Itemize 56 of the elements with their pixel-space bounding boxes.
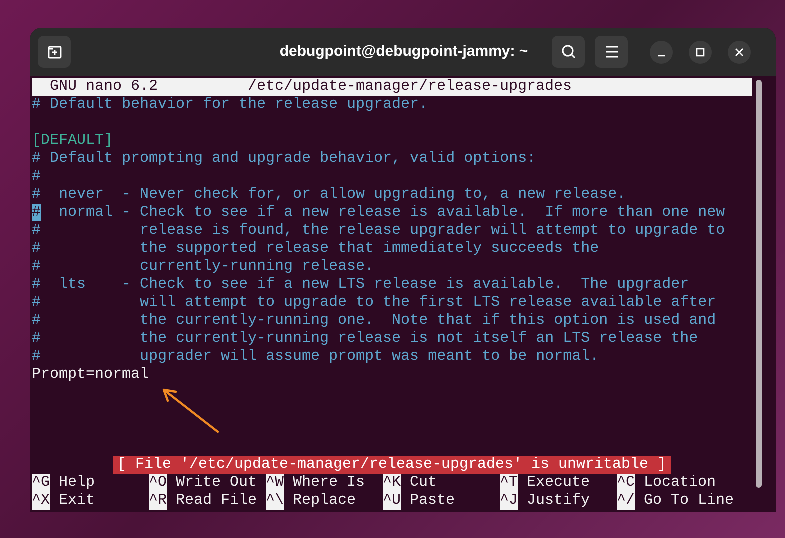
comment-line: # the currently-running one. Note that if this option is used and bbox=[32, 312, 716, 330]
close-button[interactable] bbox=[728, 40, 751, 64]
nano-version: GNU nano 6.2 bbox=[50, 78, 160, 96]
shortcut-key: ^T bbox=[500, 474, 518, 492]
shortcut-key: ^O bbox=[149, 474, 168, 492]
shortcut-key: ^/ bbox=[617, 492, 636, 510]
shortcut-label: Execute bbox=[527, 474, 590, 492]
shortcut-key: ^U bbox=[383, 492, 402, 510]
minimize-icon bbox=[657, 55, 666, 57]
comment-line: # the supported release that immediately succeeds the bbox=[32, 240, 600, 258]
shortcut-label: Location bbox=[644, 474, 716, 492]
maximize-button[interactable] bbox=[689, 40, 712, 64]
shortcut-key: ^K bbox=[383, 474, 402, 492]
menu-button[interactable] bbox=[595, 36, 628, 68]
shortcut-label: Justify bbox=[527, 492, 590, 510]
shortcut-key: ^C bbox=[617, 474, 636, 492]
shortcut-label: Paste bbox=[410, 492, 456, 510]
shortcut-key: ^J bbox=[500, 492, 518, 510]
comment-line: # bbox=[32, 168, 42, 186]
minimize-button[interactable] bbox=[650, 40, 673, 64]
arrow-drawing bbox=[160, 386, 222, 436]
shortcut-label: Help bbox=[59, 474, 96, 492]
comment-line: # never - Never check for, or allow upgrading to, a new release. bbox=[32, 186, 626, 204]
maximize-icon bbox=[696, 48, 705, 56]
shortcut-key: ^\ bbox=[266, 492, 284, 510]
comment-line: # release is found, the release upgrader will attempt to upgrade to bbox=[32, 222, 726, 240]
config-line: Prompt=normal bbox=[32, 366, 150, 384]
new-tab-icon bbox=[46, 44, 62, 60]
shortcut-label: Read File bbox=[176, 492, 258, 510]
comment-line: # Default behavior for the release upgrader. bbox=[32, 96, 428, 114]
shortcut-key: ^R bbox=[149, 492, 168, 510]
shortcut-label: Replace bbox=[293, 492, 356, 510]
shortcut-key: ^W bbox=[266, 474, 284, 492]
file-name: /etc/update-manager/release-upgrades bbox=[248, 78, 572, 96]
comment-line: # normal - Check to see if a new release is available. If more than one new bbox=[32, 204, 726, 222]
status-message: [ File '/etc/update-manager/release-upgrades' is unwritable ] bbox=[113, 456, 671, 474]
search-button[interactable] bbox=[552, 36, 585, 68]
new-tab-button[interactable] bbox=[38, 36, 71, 68]
comment-line: # will attempt to upgrade to the first LTS release available after bbox=[32, 294, 716, 312]
shortcut-label: Where Is bbox=[293, 474, 366, 492]
shortcut-label: Cut bbox=[410, 474, 438, 492]
close-icon bbox=[735, 48, 744, 56]
comment-line: # lts - Check to see if a new LTS release is available. The upgrader bbox=[32, 276, 690, 294]
shortcut-key: ^G bbox=[32, 474, 50, 492]
shortcut-label: Exit bbox=[59, 492, 96, 510]
comment-line: # currently-running release. bbox=[32, 258, 374, 276]
shortcut-key: ^X bbox=[32, 492, 50, 510]
comment-line: # Default prompting and upgrade behavior, valid options: bbox=[32, 150, 536, 168]
shortcut-label: Go To Line bbox=[644, 492, 734, 510]
menu-icon bbox=[604, 46, 618, 58]
section-header: [DEFAULT] bbox=[32, 132, 114, 150]
search-icon bbox=[560, 44, 576, 60]
window-title: debugpoint@debugpoint-jammy: ~ bbox=[278, 42, 530, 62]
shortcut-label: Write Out bbox=[176, 474, 258, 492]
comment-line: # the currently-running release is not itself an LTS release the bbox=[32, 330, 698, 348]
comment-line: # upgrader will assume prompt was meant to be normal. bbox=[32, 348, 600, 366]
